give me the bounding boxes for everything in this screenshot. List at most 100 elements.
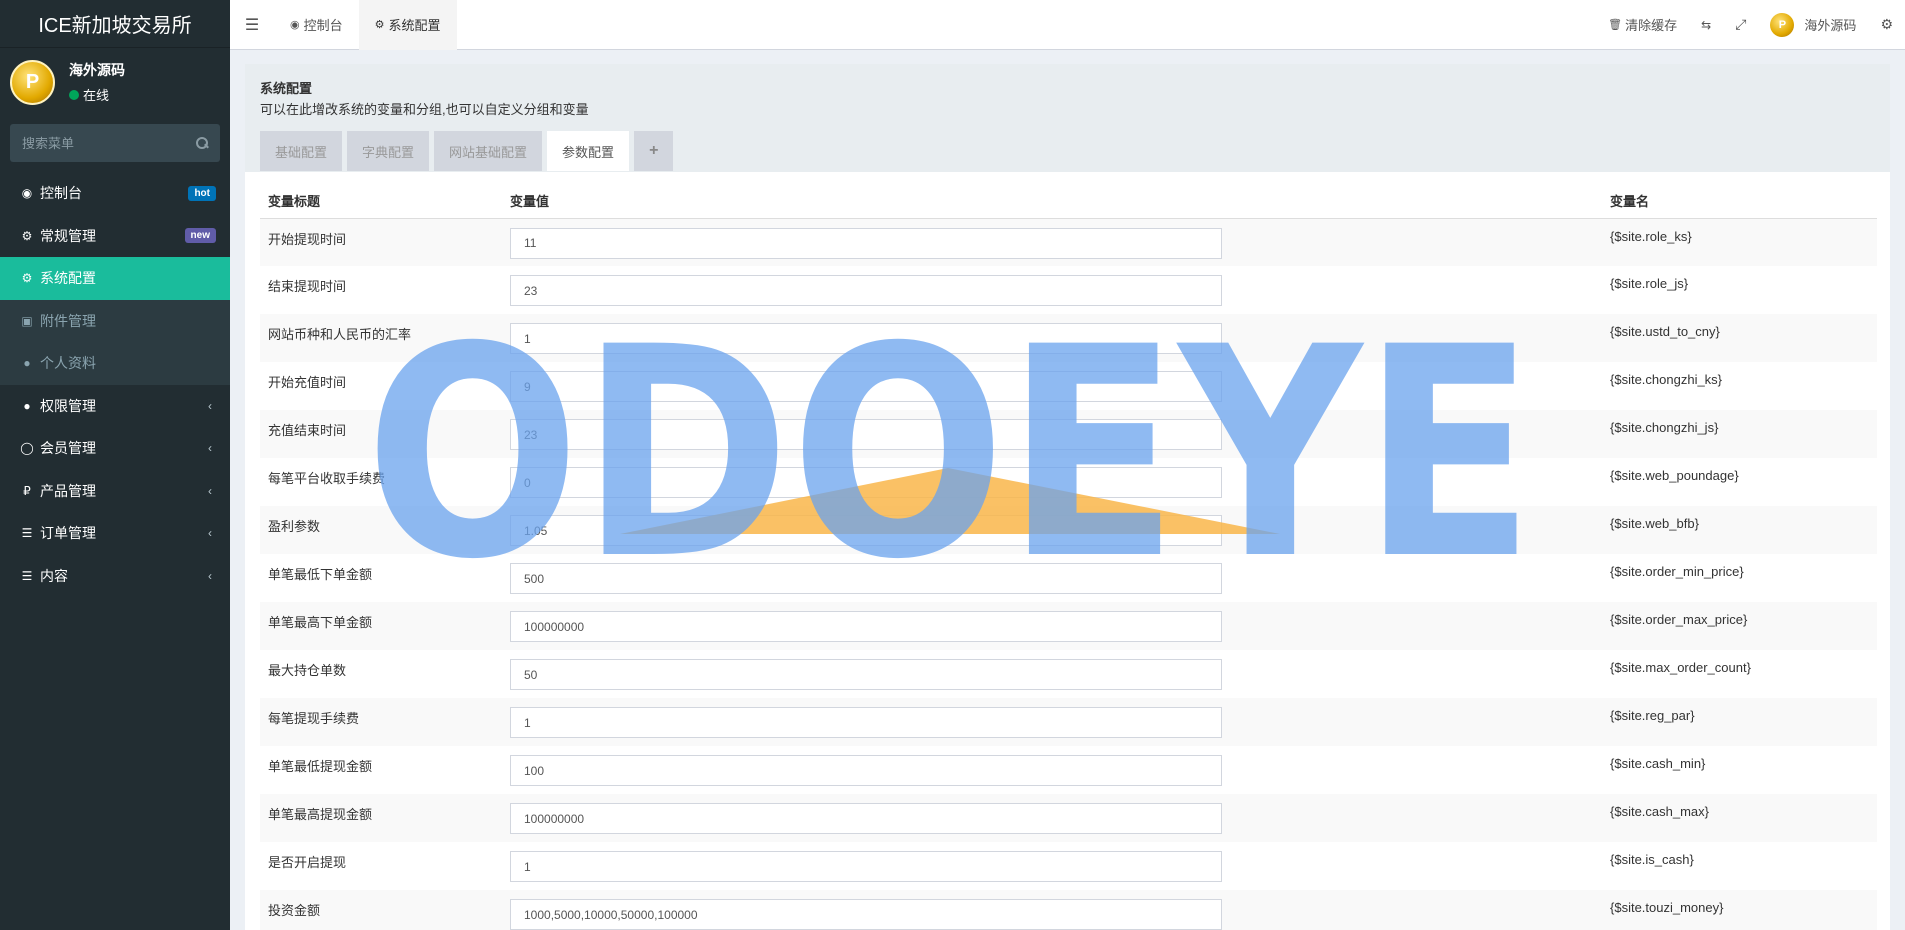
user-name: 海外源码 <box>69 62 125 78</box>
cogs-icon: ⚙ <box>21 228 33 243</box>
list-icon: ☰ <box>21 526 33 541</box>
top-tab-label: 控制台 <box>303 18 343 33</box>
header-title: 变量标题 <box>260 184 502 219</box>
variable-value-input[interactable] <box>510 227 1222 259</box>
variable-value-cell <box>502 314 1602 362</box>
variable-value-input[interactable] <box>510 467 1222 498</box>
user-menu[interactable]: P 海外源码 <box>1758 0 1868 50</box>
group-icon: ● <box>23 398 31 413</box>
table-row: 盈利参数 {$site.web_bfb} <box>260 506 1877 554</box>
add-tab-button[interactable]: + <box>634 131 674 171</box>
variable-name: {$site.max_order_count} <box>1610 660 1751 675</box>
variable-value-input[interactable] <box>510 659 1222 690</box>
variable-value-input[interactable] <box>510 803 1222 834</box>
fullscreen-icon[interactable]: ⤢ <box>1723 0 1758 50</box>
variable-value-input[interactable] <box>510 899 1222 930</box>
variable-title: 开始提现时间 <box>260 218 502 266</box>
config-tab-0[interactable]: 基础配置 <box>260 131 343 171</box>
menu-badge: hot <box>188 185 216 201</box>
sidebar-item-label: 权限管理 <box>40 397 96 414</box>
table-row: 单笔最高下单金额 {$site.order_max_price} <box>260 602 1877 650</box>
panel-description: 可以在此增改系统的变量和分组,也可以自定义分组和变量 <box>260 102 589 117</box>
config-tab-2[interactable]: 网站基础配置 <box>434 131 543 171</box>
variable-value-input[interactable] <box>510 515 1222 546</box>
sidebar-item-label: 附件管理 <box>40 312 96 329</box>
sidebar-item-3[interactable]: ▣ 附件管理 <box>0 299 230 342</box>
main-content: 系统配置 可以在此增改系统的变量和分组,也可以自定义分组和变量 基础配置 字典配置… <box>245 64 1890 930</box>
sidebar-item-2[interactable]: ⚙ 系统配置 <box>0 257 230 300</box>
variable-title: 每笔平台收取手续费 <box>268 471 386 486</box>
variable-name: {$site.touzi_money} <box>1602 890 1877 930</box>
search-icon[interactable] <box>196 137 208 149</box>
variable-title: 充值结束时间 <box>260 410 502 458</box>
sidebar-item-4[interactable]: ● 个人资料 <box>0 342 230 385</box>
variable-value-input[interactable] <box>510 755 1222 786</box>
chevron-left-icon: ‹ <box>208 526 212 541</box>
variable-title: 网站币种和人民币的汇率 <box>260 314 502 362</box>
config-tab-1[interactable]: 字典配置 <box>347 131 430 171</box>
sidebar-item-8[interactable]: ☰ 订单管理 ‹ <box>0 512 230 555</box>
sidebar-item-9[interactable]: ☰ 内容 ‹ <box>0 555 230 598</box>
sidebar-item-7[interactable]: ₽ 产品管理 ‹ <box>0 470 230 513</box>
chevron-left-icon: ‹ <box>208 441 212 456</box>
variable-value-input[interactable] <box>510 851 1222 882</box>
variable-value-cell <box>502 554 1602 602</box>
sidebar-item-label: 个人资料 <box>40 355 96 372</box>
menu-search-box <box>10 124 220 162</box>
online-status-icon <box>69 89 79 100</box>
user-status: 在线 <box>69 85 125 104</box>
trash-icon: 🗑 <box>1608 19 1623 31</box>
control-sidebar-gear-icon[interactable]: ⚙ <box>1868 0 1905 50</box>
sidebar-item-0[interactable]: ◉ 控制台 hot <box>0 172 230 215</box>
top-tab-0[interactable]: ◉ 控制台 <box>274 0 359 50</box>
language-icon[interactable]: ⇆ <box>1689 0 1723 50</box>
variable-value-input[interactable] <box>510 563 1222 594</box>
table-row: 单笔最高提现金额 {$site.cash_max} <box>260 794 1877 842</box>
app-logo[interactable]: ICE新加坡交易所 <box>0 0 230 48</box>
variable-title: 每笔提现手续费 <box>260 698 502 746</box>
variable-name: {$site.role_ks} <box>1602 218 1877 266</box>
variable-value-input[interactable] <box>510 419 1222 450</box>
config-tab-3[interactable]: 参数配置 <box>547 131 630 171</box>
ruble-icon: ₽ <box>23 483 31 498</box>
variable-name: {$site.chongzhi_js} <box>1602 410 1877 458</box>
sidebar-item-label: 订单管理 <box>40 525 96 542</box>
variable-value-cell <box>502 650 1602 698</box>
header-name: 变量名 <box>1602 184 1877 219</box>
clear-cache-button[interactable]: 🗑 清除缓存 <box>1596 0 1689 50</box>
variable-title: 单笔最低下单金额 <box>268 567 373 582</box>
top-tab-1[interactable]: ⚙ 系统配置 <box>358 0 457 50</box>
variable-value-cell <box>502 410 1602 458</box>
config-table: 变量标题 变量值 变量名 开始提现时间{$site.role_ks}结束提现时间… <box>260 184 1877 930</box>
menu-search-input[interactable] <box>22 135 182 151</box>
sidebar-item-6[interactable]: ◯ 会员管理 ‹ <box>0 427 230 470</box>
variable-value-input[interactable] <box>510 611 1222 642</box>
variable-value-input[interactable] <box>510 275 1222 306</box>
variable-value-input[interactable] <box>510 707 1222 738</box>
user-panel: P 海外源码 在线 <box>0 48 230 116</box>
sidebar-item-label: 产品管理 <box>40 482 96 499</box>
topbar-right: 🗑 清除缓存 ⇆ ⤢ P 海外源码 ⚙ <box>1596 0 1905 50</box>
variable-name: {$site.chongzhi_ks} <box>1610 372 1723 387</box>
variable-title: 开始充值时间 <box>268 375 347 390</box>
sidebar-item-label: 控制台 <box>40 185 82 202</box>
sidebar-item-1[interactable]: ⚙ 常规管理 new <box>0 215 230 258</box>
variable-name: {$site.cash_min} <box>1610 756 1706 771</box>
variable-title: 盈利参数 <box>260 506 502 554</box>
sidebar-item-5[interactable]: ● 权限管理 ‹ <box>0 385 230 428</box>
variable-value-input[interactable] <box>510 371 1222 402</box>
variable-title: 是否开启提现 <box>268 855 347 870</box>
variable-value-cell <box>502 458 1602 506</box>
dashboard-icon: ◉ <box>290 19 300 31</box>
chevron-left-icon: ‹ <box>208 398 212 413</box>
avatar: P <box>10 59 55 105</box>
table-row: 开始提现时间 {$site.role_ks} <box>260 218 1877 266</box>
sidebar-toggle-icon[interactable]: ☰ <box>230 0 274 50</box>
panel-heading: 系统配置 可以在此增改系统的变量和分组,也可以自定义分组和变量 基础配置 字典配置… <box>245 64 1890 172</box>
variable-value-cell <box>502 890 1602 930</box>
variable-value-input[interactable] <box>510 323 1222 354</box>
variable-name: {$site.order_min_price} <box>1610 564 1744 579</box>
topbar-user-name: 海外源码 <box>1804 18 1857 33</box>
variable-value-cell <box>502 746 1602 794</box>
table-row: 结束提现时间 {$site.role_js} <box>260 266 1877 314</box>
